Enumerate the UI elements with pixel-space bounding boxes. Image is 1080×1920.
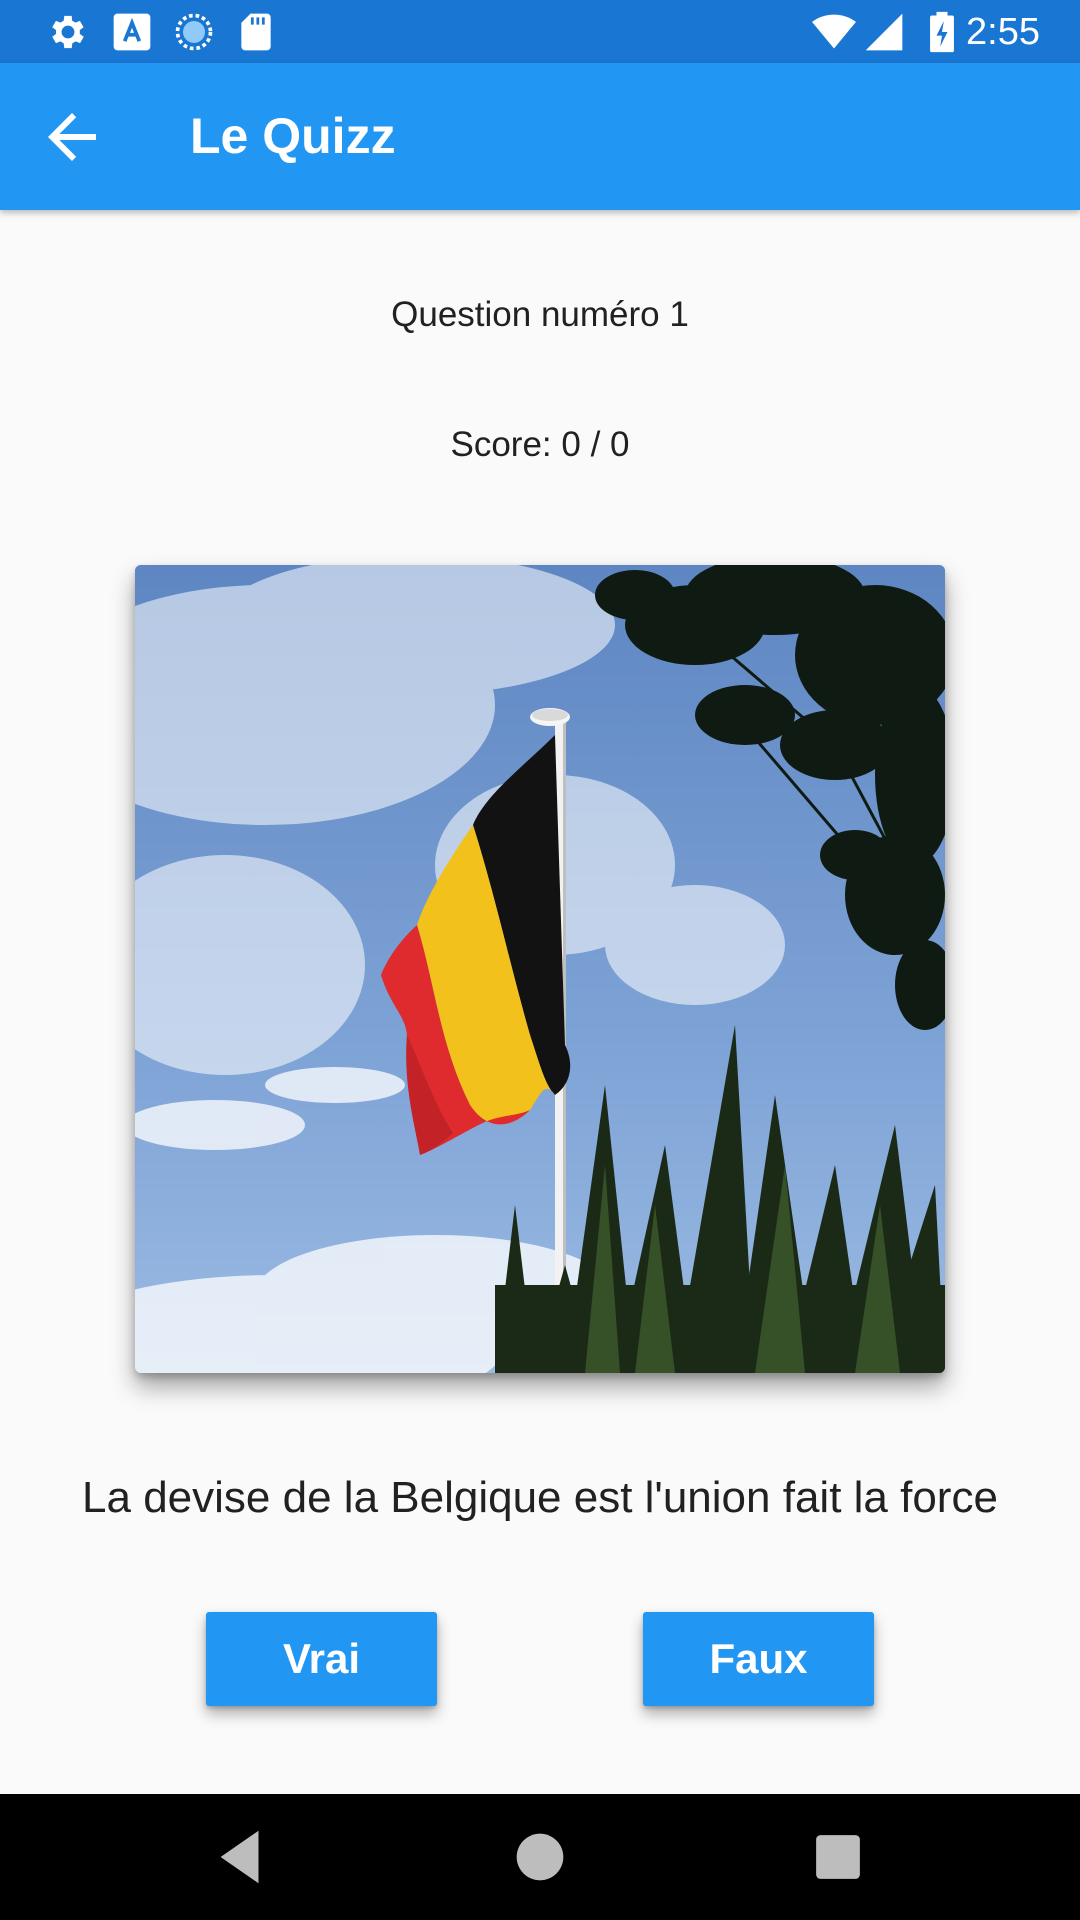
signal-icon — [865, 13, 903, 51]
true-button[interactable]: Vrai — [206, 1612, 437, 1706]
status-time: 2:55 — [966, 11, 1040, 53]
back-triangle-icon[interactable] — [206, 1822, 276, 1892]
false-button[interactable]: Faux — [643, 1612, 874, 1706]
belgian-flag-photo — [135, 565, 945, 1373]
app-title: Le Quizz — [190, 108, 396, 164]
home-circle-icon[interactable] — [505, 1822, 575, 1892]
navigation-bar — [0, 1794, 1080, 1920]
arrow-back-icon[interactable] — [36, 101, 108, 173]
battery-charging-icon — [930, 11, 954, 53]
status-bar: 2:55 — [0, 0, 1080, 63]
wifi-icon — [812, 14, 856, 49]
recents-square-icon[interactable] — [803, 1822, 873, 1892]
font-a-icon — [113, 13, 151, 51]
sd-card-icon — [241, 13, 271, 51]
gear-icon — [52, 15, 84, 49]
sync-circle-icon — [175, 13, 213, 51]
app-bar: Le Quizz — [0, 63, 1080, 210]
question-number: Question numéro 1 — [391, 295, 689, 334]
score-text: Score: 0 / 0 — [450, 425, 630, 464]
question-text: La devise de la Belgique est l'union fai… — [82, 1473, 998, 1522]
